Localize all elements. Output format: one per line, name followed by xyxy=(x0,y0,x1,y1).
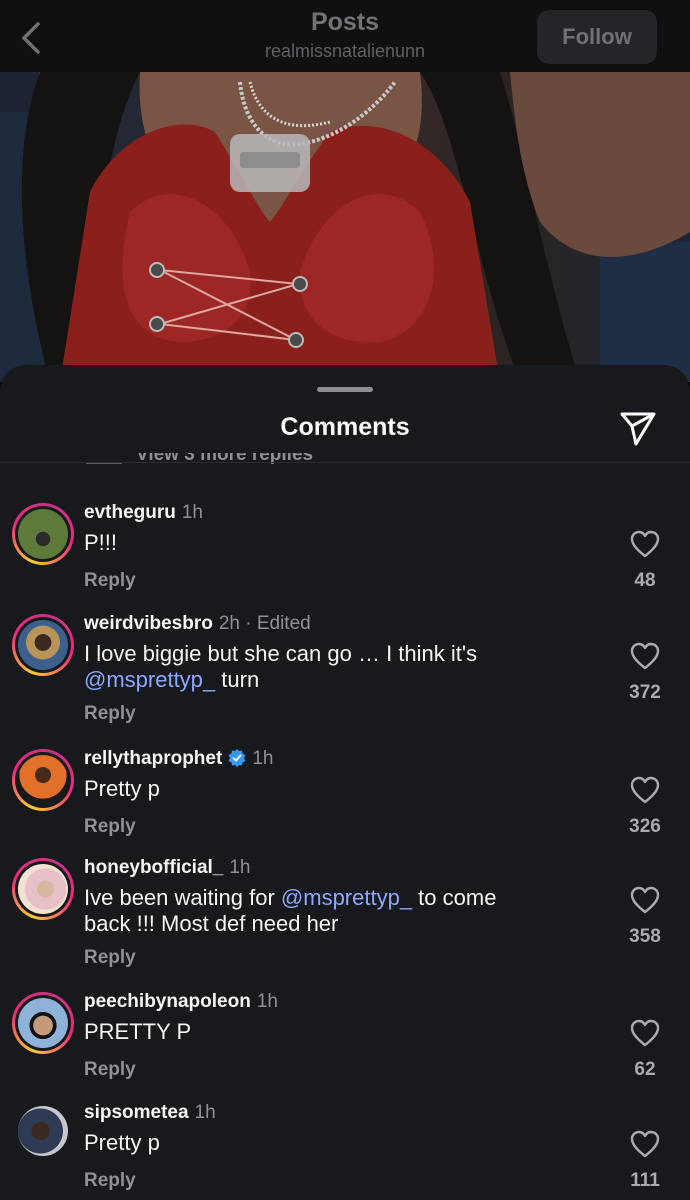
like-count: 358 xyxy=(629,926,661,947)
reply-button[interactable]: Reply xyxy=(84,1059,136,1081)
mention-link[interactable]: @msprettyp_ xyxy=(281,885,412,910)
comment-username[interactable]: peechibynapoleon 1h xyxy=(84,991,278,1013)
comment-text: Pretty p xyxy=(84,1130,160,1155)
comment-text: P!!! xyxy=(84,530,118,555)
like-count: 111 xyxy=(630,1170,660,1191)
comments-title: Comments xyxy=(280,413,410,441)
avatar[interactable] xyxy=(12,614,74,676)
like-count: 62 xyxy=(634,1059,656,1080)
comment-text: Ive been waiting for @msprettyp_ to come… xyxy=(84,885,497,936)
sheet-header-divider xyxy=(0,462,690,463)
heart-icon[interactable] xyxy=(630,1130,660,1158)
heart-icon[interactable] xyxy=(630,886,660,914)
comment-text: I love biggie but she can go … I think i… xyxy=(84,641,478,692)
share-icon[interactable] xyxy=(618,407,658,447)
comment-time: 2h · Edited xyxy=(218,613,311,634)
comment-username[interactable]: weirdvibesbro 2h · Edited xyxy=(84,613,311,635)
heart-icon[interactable] xyxy=(630,642,660,670)
view-more-replies-label: View 3 more replies xyxy=(136,453,314,465)
mention-link[interactable]: @msprettyp_ xyxy=(84,667,215,692)
comment-username[interactable]: evtheguru 1h xyxy=(84,502,203,524)
reply-button[interactable]: Reply xyxy=(84,816,136,838)
avatar[interactable] xyxy=(12,503,74,565)
like-count: 48 xyxy=(634,570,656,591)
comment-username[interactable]: sipsometea 1h xyxy=(84,1102,216,1124)
comment-text: PRETTY P xyxy=(84,1019,192,1044)
like-count: 326 xyxy=(629,816,661,837)
heart-icon[interactable] xyxy=(630,1019,660,1047)
avatar[interactable] xyxy=(12,1100,74,1162)
avatar[interactable] xyxy=(12,858,74,920)
comment-username[interactable]: honeybofficial_ 1h xyxy=(84,857,251,879)
reply-button[interactable]: Reply xyxy=(84,947,136,969)
reply-button[interactable]: Reply xyxy=(84,1170,136,1192)
like-count: 372 xyxy=(629,682,661,703)
comment-time: 1h xyxy=(181,502,203,523)
avatar[interactable] xyxy=(12,992,74,1054)
verified-icon xyxy=(228,749,246,767)
reply-button[interactable]: Reply xyxy=(84,570,136,592)
heart-icon[interactable] xyxy=(630,530,660,558)
comment-time: 1h xyxy=(194,1102,216,1123)
sheet-drag-handle[interactable] xyxy=(317,387,373,392)
heart-icon[interactable] xyxy=(630,776,660,804)
comment-text: Pretty p xyxy=(84,776,160,801)
follow-button[interactable]: Follow xyxy=(537,10,657,64)
view-more-replies[interactable]: View 3 more replies xyxy=(86,453,313,475)
reply-button[interactable]: Reply xyxy=(84,703,136,725)
top-bar: Posts realmissnatalienunn Follow xyxy=(0,0,690,72)
comment-time: 1h xyxy=(252,748,274,769)
post-image xyxy=(0,72,690,382)
avatar[interactable] xyxy=(12,749,74,811)
comment-username[interactable]: rellythaprophet 1h xyxy=(84,748,273,770)
comments-sheet: View 3 more replies Comments evtheguru 1h… xyxy=(0,365,690,1200)
replies-divider-line xyxy=(86,463,122,465)
comment-time: 1h xyxy=(229,857,251,878)
comment-time: 1h xyxy=(256,991,278,1012)
